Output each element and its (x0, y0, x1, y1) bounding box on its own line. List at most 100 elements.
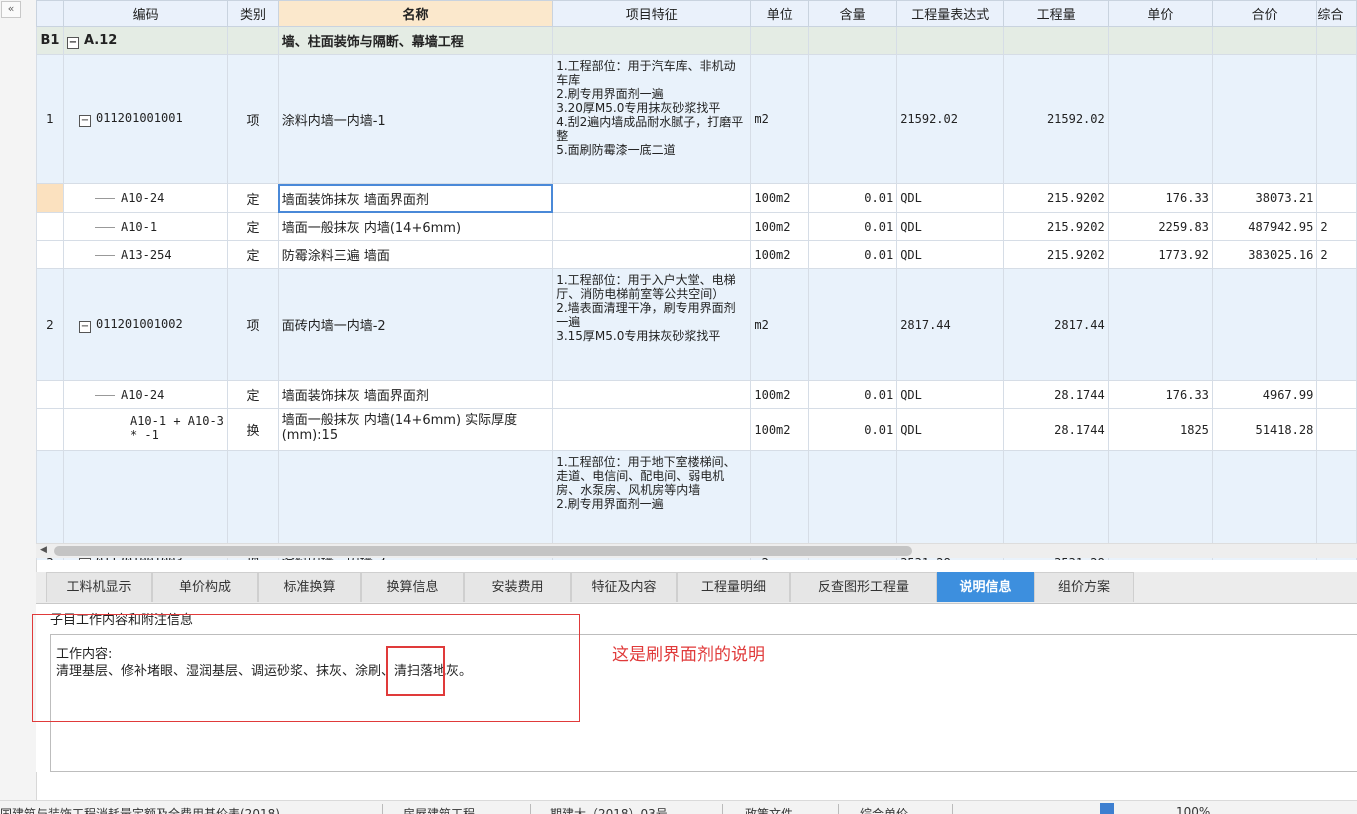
view-mode-icon[interactable] (1100, 803, 1114, 814)
sub-name[interactable]: 墙面一般抹灰 内墙(14+6mm) (277, 212, 554, 241)
item-expr[interactable]: 2817.44 (896, 268, 1005, 381)
tab-quantity-details[interactable]: 工程量明细 (677, 572, 790, 602)
header-unit[interactable]: 单位 (750, 0, 810, 27)
item-unit[interactable]: m2 (750, 54, 810, 184)
sub-content[interactable]: 0.01 (808, 183, 898, 213)
item-name[interactable]: 面砖内墙一内墙-2 (277, 268, 554, 381)
sub-content[interactable]: 0.01 (808, 212, 898, 241)
tab-installation-fee[interactable]: 安装费用 (464, 572, 571, 602)
header-features[interactable]: 项目特征 (552, 0, 752, 27)
item-features[interactable]: 1.工程部位：用于汽车库、非机动车库 2.刷专用界面剂一遍 3.20厚M5.0专… (552, 54, 752, 184)
item-code-cell[interactable]: −011201001002 (62, 268, 229, 381)
collapse-tree-icon[interactable]: − (78, 320, 91, 333)
table-row[interactable]: 1 −011201001001 项 涂料内墙一内墙-1 1.工程部位：用于汽车库… (36, 54, 1357, 184)
sub-type[interactable]: 定 (227, 212, 279, 241)
header-price[interactable]: 单价 (1107, 0, 1213, 27)
sub-qty[interactable]: 28.1744 (1003, 380, 1109, 409)
sub-content[interactable]: 0.01 (808, 380, 898, 409)
sub-code-cell[interactable]: A10-24 (62, 380, 229, 409)
sub-price[interactable]: 2259.83 (1107, 212, 1213, 241)
table-row[interactable]: A13-254 定 防霉涂料三遍 墙面 100m2 0.01 QDL 215.9… (36, 240, 1357, 269)
tab-labor-material[interactable]: 工料机显示 (46, 572, 152, 602)
item-name[interactable]: 涂料内墙一内墙-1 (277, 54, 554, 184)
sub-type[interactable]: 定 (227, 183, 279, 213)
item-unit[interactable]: m2 (750, 268, 810, 381)
sub-name[interactable]: 墙面一般抹灰 内墙(14+6mm) 实际厚度(mm):15 (277, 408, 554, 451)
tab-pricing-scheme[interactable]: 组价方案 (1034, 572, 1134, 602)
sub-composite[interactable]: 2 (1316, 212, 1357, 241)
table-row[interactable]: A10-24 定 墙面装饰抹灰 墙面界面剂 100m2 0.01 QDL 215… (36, 183, 1357, 213)
sub-expr[interactable]: QDL (896, 212, 1005, 241)
header-type[interactable]: 类别 (227, 0, 279, 27)
sub-content[interactable]: 0.01 (808, 240, 898, 269)
item-features[interactable]: 1.工程部位：用于入户大堂、电梯厅、消防电梯前室等公共空间） 2.墙表面清理干净… (552, 268, 752, 381)
sub-qty[interactable]: 215.9202 (1003, 183, 1109, 213)
table-row[interactable]: A10-1 定 墙面一般抹灰 内墙(14+6mm) 100m2 0.01 QDL… (36, 212, 1357, 241)
sub-code[interactable]: A10-1 + A10-3 * -1 (62, 408, 229, 451)
sub-expr[interactable]: QDL (896, 183, 1005, 213)
sub-expr[interactable]: QDL (896, 240, 1005, 269)
collapse-sidebar-icon[interactable]: « (1, 1, 21, 18)
sub-qty[interactable]: 28.1744 (1003, 408, 1109, 451)
collapse-tree-icon[interactable]: − (78, 558, 91, 560)
sub-code-cell[interactable]: A10-24 (62, 183, 229, 213)
sub-content[interactable]: 0.01 (808, 408, 898, 451)
header-name[interactable]: 名称 (277, 0, 554, 27)
header-code[interactable]: 编码 (62, 0, 229, 27)
sub-unit[interactable]: 100m2 (750, 380, 810, 409)
sub-price[interactable]: 176.33 (1107, 380, 1213, 409)
tab-standard-conversion[interactable]: 标准换算 (258, 572, 361, 602)
scrollbar-thumb[interactable] (54, 546, 912, 556)
sub-type[interactable]: 定 (227, 380, 279, 409)
tab-unit-price[interactable]: 单价构成 (152, 572, 258, 602)
sub-expr[interactable]: QDL (896, 408, 1005, 451)
sub-name-selected[interactable]: 墙面装饰抹灰 墙面界面剂 (277, 183, 554, 213)
sub-code-cell[interactable]: A13-254 (62, 240, 229, 269)
sub-price[interactable]: 176.33 (1107, 183, 1213, 213)
item-qty[interactable]: 21592.02 (1003, 54, 1109, 184)
sub-total[interactable]: 487942.95 (1211, 212, 1318, 241)
item-qty[interactable]: 2817.44 (1003, 268, 1109, 381)
sub-price[interactable]: 1773.92 (1107, 240, 1213, 269)
collapse-tree-icon[interactable]: − (78, 115, 91, 127)
header-qty[interactable]: 工程量 (1003, 0, 1109, 27)
header-total[interactable]: 合价 (1211, 0, 1318, 27)
scroll-left-icon[interactable]: ◀ (40, 545, 47, 555)
table-row[interactable]: A10-24 定 墙面装饰抹灰 墙面界面剂 100m2 0.01 QDL 28.… (36, 380, 1357, 409)
item-type[interactable]: 项 (227, 268, 279, 381)
section-code-cell[interactable]: − A.12 (62, 26, 229, 55)
table-row[interactable]: 2 −011201001002 项 面砖内墙一内墙-2 1.工程部位：用于入户大… (36, 268, 1357, 381)
sub-composite[interactable]: 2 (1316, 240, 1357, 269)
tab-features-content[interactable]: 特征及内容 (571, 572, 677, 602)
collapse-tree-icon[interactable]: − (66, 36, 79, 49)
table-row[interactable]: A10-1 + A10-3 * -1 换 墙面一般抹灰 内墙(14+6mm) 实… (36, 408, 1357, 451)
sub-total[interactable]: 51418.28 (1211, 408, 1318, 451)
item-expr[interactable]: 21592.02 (896, 54, 1005, 184)
item-code-cell[interactable]: −011201001001 (62, 54, 229, 184)
tab-conversion-info[interactable]: 换算信息 (361, 572, 464, 602)
sub-total[interactable]: 38073.21 (1211, 183, 1318, 213)
sub-name[interactable]: 墙面装饰抹灰 墙面界面剂 (277, 380, 554, 409)
sub-type[interactable]: 换 (227, 408, 279, 451)
sub-type[interactable]: 定 (227, 240, 279, 269)
sub-unit[interactable]: 100m2 (750, 183, 810, 213)
header-composite[interactable]: 综合 (1316, 0, 1357, 27)
sub-unit[interactable]: 100m2 (750, 408, 810, 451)
sub-unit[interactable]: 100m2 (750, 240, 810, 269)
sub-qty[interactable]: 215.9202 (1003, 240, 1109, 269)
sub-qty[interactable]: 215.9202 (1003, 212, 1109, 241)
section-row[interactable]: B1 − A.12 墙、柱面装饰与隔断、幕墙工程 (36, 26, 1357, 55)
sub-total[interactable]: 4967.99 (1211, 380, 1318, 409)
header-content[interactable]: 含量 (808, 0, 898, 27)
header-expr[interactable]: 工程量表达式 (896, 0, 1005, 27)
item-type[interactable]: 项 (227, 54, 279, 184)
sub-name[interactable]: 防霉涂料三遍 墙面 (277, 240, 554, 269)
tab-reverse-lookup[interactable]: 反查图形工程量 (790, 572, 937, 602)
sub-expr[interactable]: QDL (896, 380, 1005, 409)
tab-description-info[interactable]: 说明信息 (937, 572, 1034, 602)
sub-price[interactable]: 1825 (1107, 408, 1213, 451)
sub-code-cell[interactable]: A10-1 (62, 212, 229, 241)
horizontal-scrollbar[interactable]: ◀ (36, 543, 1357, 558)
sub-unit[interactable]: 100m2 (750, 212, 810, 241)
sub-total[interactable]: 383025.16 (1211, 240, 1318, 269)
